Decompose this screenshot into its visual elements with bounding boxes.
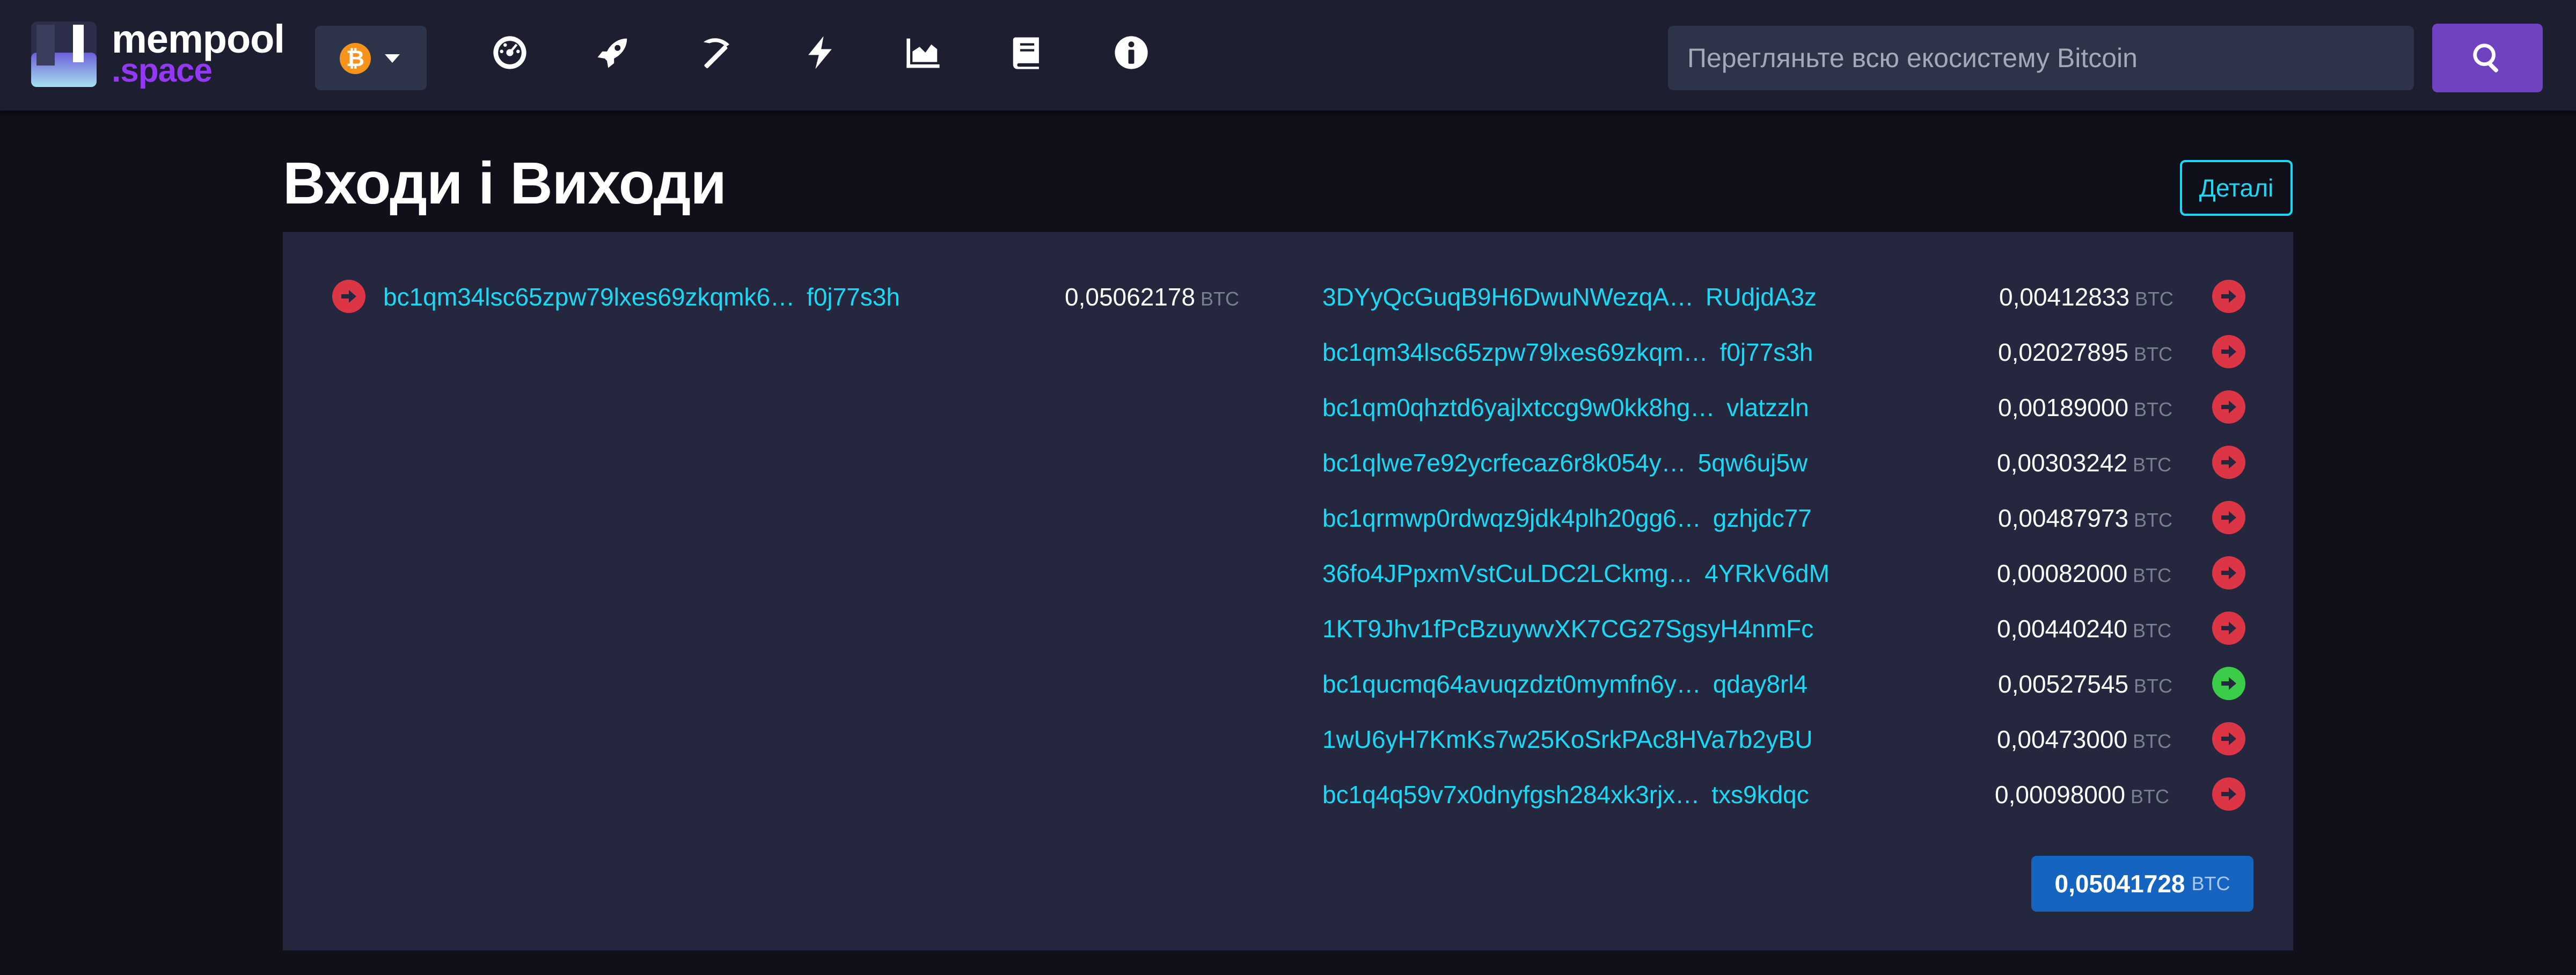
output-address-link[interactable]: bc1qm0qhztd6yajlxtccg9w0kk8hg… vlatzzln: [1322, 393, 1809, 422]
output-address: 3DYyQcGuqB9H6DwuNWezqA…: [1322, 283, 1694, 311]
output-amount-value: 0,00473000: [1997, 725, 2128, 753]
input-address-link[interactable]: bc1qm34lsc65zpw79lxes69zkqmk6… f0j77s3h: [383, 282, 900, 311]
output-amount: 0,00527545 BTC: [1998, 670, 2172, 698]
output-arrow-icon[interactable]: [2212, 390, 2245, 424]
top-navbar: mempool .space ₿: [0, 0, 2576, 111]
details-button[interactable]: Деталі: [2180, 160, 2293, 216]
output-address-link[interactable]: 36fo4JPpxmVstCuLDC2LCkmg… 4YRkV6dM: [1322, 559, 1829, 588]
output-address-link[interactable]: bc1qrmwp0rdwqz9jdk4plh20gg6… gzhjdc77: [1322, 504, 1812, 533]
search-icon: [2473, 43, 2499, 72]
output-amount-unit: BTC: [2131, 785, 2170, 807]
output-amount-value: 0,00527545: [1998, 670, 2129, 698]
output-address-tail: gzhjdc77: [1713, 504, 1812, 532]
output-arrow-icon[interactable]: [2212, 556, 2245, 590]
output-amount: 0,00303242 BTC: [1997, 448, 2171, 477]
output-address: bc1qlwe7e92ycrfecaz6r8k054y…: [1322, 449, 1686, 477]
output-amount-unit: BTC: [2134, 398, 2173, 420]
pickaxe-icon[interactable]: [694, 30, 739, 75]
output-address: bc1qm0qhztd6yajlxtccg9w0kk8hg…: [1322, 394, 1715, 421]
output-address-link[interactable]: 1wU6yH7KmKs7w25KoSrkPAc8HVa7b2yBU: [1322, 725, 1825, 754]
output-amount-unit: BTC: [2134, 343, 2173, 365]
output-amount-value: 0,00440240: [1997, 615, 2128, 643]
output-amount: 0,00440240 BTC: [1997, 614, 2171, 643]
output-address: 1KT9Jhv1fPcBzuywvXK7CG27SgsyH4nmFc: [1322, 615, 1814, 643]
lightning-icon[interactable]: [797, 30, 843, 75]
network-selector-button[interactable]: ₿: [315, 26, 427, 90]
output-amount-value: 0,00303242: [1997, 449, 2128, 477]
output-arrow-icon[interactable]: [2212, 777, 2245, 811]
output-amount: 0,02027895 BTC: [1998, 338, 2172, 367]
input-address: bc1qm34lsc65zpw79lxes69zkqmk6…: [383, 283, 795, 311]
output-amount: 0,00412833 BTC: [1999, 282, 2174, 311]
bitcoin-icon: ₿: [340, 43, 371, 74]
output-amount-unit: BTC: [2135, 288, 2174, 310]
inputs-outputs-panel: bc1qm34lsc65zpw79lxes69zkqmk6… f0j77s3h 0…: [283, 232, 2293, 950]
output-address-tail: txs9kdqc: [1711, 781, 1809, 809]
output-address: 1wU6yH7KmKs7w25KoSrkPAc8HVa7b2yBU: [1322, 725, 1813, 753]
info-icon[interactable]: [1109, 30, 1154, 75]
output-amount-unit: BTC: [2133, 730, 2172, 752]
output-address-link[interactable]: bc1q4q59v7x0dnyfgsh284xk3rjx… txs9kdqc: [1322, 780, 1809, 809]
input-amount: 0,05062178 BTC: [1065, 282, 1239, 311]
output-amount-unit: BTC: [2134, 675, 2173, 697]
output-address: bc1qm34lsc65zpw79lxes69zkqm…: [1322, 338, 1708, 366]
output-address-link[interactable]: 1KT9Jhv1fPcBzuywvXK7CG27SgsyH4nmFc: [1322, 614, 1825, 643]
page-title: Входи і Виходи: [283, 150, 727, 216]
output-amount-value: 0,00082000: [1997, 559, 2128, 587]
output-arrow-icon[interactable]: [2212, 501, 2245, 534]
output-arrow-icon[interactable]: [2212, 446, 2245, 479]
output-address-link[interactable]: 3DYyQcGuqB9H6DwuNWezqA… RUdjdA3z: [1322, 282, 1817, 311]
search-button[interactable]: [2432, 24, 2543, 92]
output-amount: 0,00473000 BTC: [1997, 725, 2171, 754]
chart-icon[interactable]: [901, 30, 946, 75]
input-address-tail: f0j77s3h: [807, 283, 900, 311]
output-amount-value: 0,00487973: [1998, 504, 2129, 532]
dashboard-icon[interactable]: [487, 30, 532, 75]
output-address: bc1qrmwp0rdwqz9jdk4plh20gg6…: [1322, 504, 1701, 532]
input-arrow-icon[interactable]: [332, 280, 365, 313]
mempool-logo[interactable]: mempool .space: [31, 17, 289, 89]
output-address: bc1q4q59v7x0dnyfgsh284xk3rjx…: [1322, 781, 1700, 809]
output-amount-unit: BTC: [2133, 564, 2172, 586]
output-amount-value: 0,02027895: [1998, 338, 2129, 366]
input-amount-value: 0,05062178: [1065, 283, 1196, 311]
output-address-tail: f0j77s3h: [1719, 338, 1813, 366]
output-address-tail: 5qw6uj5w: [1697, 449, 1808, 477]
output-amount-value: 0,00098000: [1995, 781, 2126, 809]
mempool-logo-icon: [31, 21, 97, 87]
total-amount-value: 0,05041728: [2054, 870, 2185, 898]
output-address-tail: 4YRkV6dM: [1704, 559, 1829, 587]
output-amount: 0,00098000 BTC: [1995, 780, 2169, 809]
rocket-icon[interactable]: [590, 30, 635, 75]
output-amount-unit: BTC: [2133, 454, 2172, 476]
search-input[interactable]: [1668, 26, 2414, 90]
output-arrow-unspent-icon[interactable]: [2212, 667, 2245, 700]
output-address-tail: qday8rl4: [1713, 670, 1808, 698]
output-address: 36fo4JPpxmVstCuLDC2LCkmg…: [1322, 559, 1693, 587]
output-arrow-icon[interactable]: [2212, 280, 2245, 313]
logo-text-space: .space: [112, 52, 213, 89]
total-amount-badge: 0,05041728 BTC: [2031, 856, 2253, 912]
output-arrow-icon[interactable]: [2212, 335, 2245, 368]
input-amount-unit: BTC: [1201, 288, 1240, 310]
output-arrow-icon[interactable]: [2212, 612, 2245, 645]
output-amount: 0,00082000 BTC: [1997, 559, 2171, 588]
output-address-link[interactable]: bc1qlwe7e92ycrfecaz6r8k054y… 5qw6uj5w: [1322, 448, 1807, 477]
output-amount-value: 0,00189000: [1998, 394, 2129, 421]
book-icon[interactable]: [1005, 30, 1050, 75]
output-arrow-icon[interactable]: [2212, 722, 2245, 755]
output-amount: 0,00189000 BTC: [1998, 393, 2172, 422]
output-amount: 0,00487973 BTC: [1998, 504, 2172, 533]
output-address-tail: RUdjdA3z: [1705, 283, 1817, 311]
output-amount-value: 0,00412833: [1999, 283, 2130, 311]
caret-down-icon: [385, 54, 400, 63]
output-amount-unit: BTC: [2134, 509, 2173, 531]
output-amount-unit: BTC: [2133, 620, 2172, 642]
output-address-link[interactable]: bc1qucmq64avuqzdzt0mymfn6y… qday8rl4: [1322, 670, 1807, 698]
output-address: bc1qucmq64avuqzdzt0mymfn6y…: [1322, 670, 1701, 698]
total-amount-unit: BTC: [2191, 872, 2230, 894]
output-address-tail: vlatzzln: [1726, 394, 1809, 421]
output-address-link[interactable]: bc1qm34lsc65zpw79lxes69zkqm… f0j77s3h: [1322, 338, 1813, 367]
